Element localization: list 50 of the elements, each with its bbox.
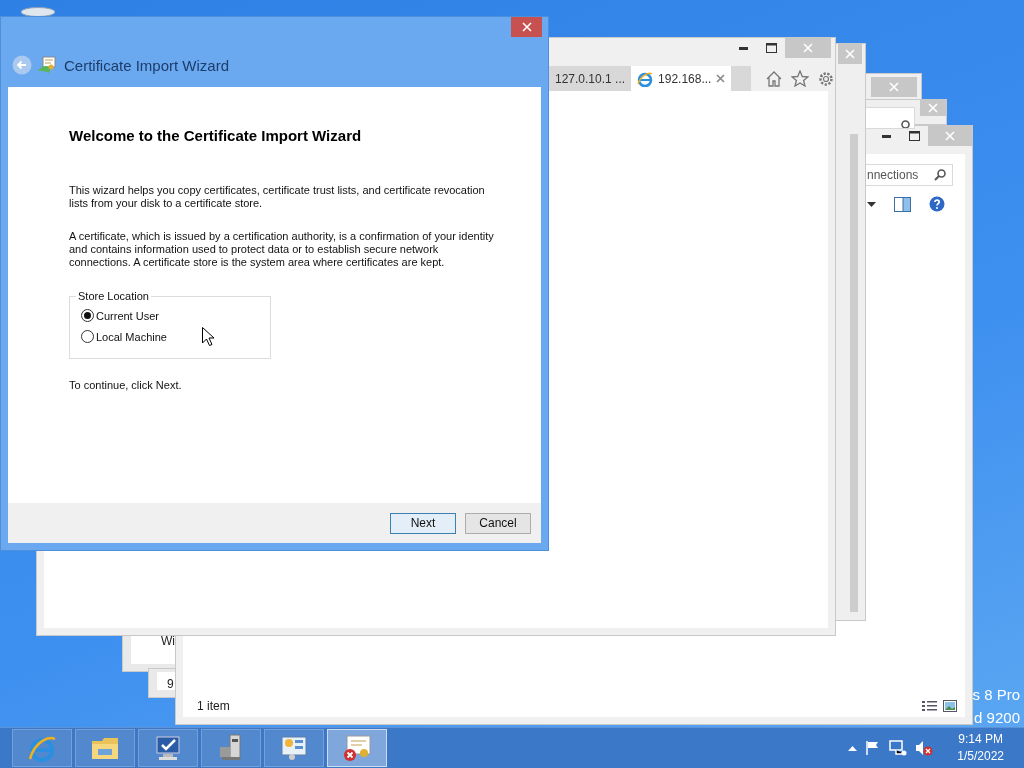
wizard-heading: Welcome to the Certificate Import Wizard bbox=[69, 127, 363, 144]
browser-tab[interactable]: 127.0.10.1 ... bbox=[549, 66, 632, 91]
browser-icon bbox=[637, 70, 654, 87]
edition-text: s 8 Pro bbox=[972, 685, 1020, 705]
search-icon[interactable] bbox=[934, 169, 946, 181]
dialog-button[interactable]: Next bbox=[390, 512, 456, 534]
radio-option[interactable]: Local Machine bbox=[81, 330, 270, 343]
recycle-bin-icon[interactable] bbox=[20, 6, 56, 18]
control-panel-icon bbox=[279, 733, 309, 763]
description-text: This wizard helps you copy certificates, certificate trust lists, and certificate revocation lists from your disk to a certificate store. bbox=[69, 184, 486, 210]
minimize-icon[interactable] bbox=[881, 134, 891, 138]
certificate-icon bbox=[38, 56, 56, 74]
scrollbar[interactable] bbox=[850, 134, 858, 612]
instruction-text: To continue, click Next. bbox=[69, 379, 183, 391]
star-icon[interactable] bbox=[791, 70, 809, 87]
edition-text: d 9200 bbox=[974, 708, 1020, 727]
radio-button[interactable] bbox=[81, 330, 94, 343]
status-text: 1 item bbox=[197, 699, 230, 713]
cursor-icon bbox=[202, 327, 214, 346]
home-icon[interactable] bbox=[765, 70, 783, 87]
dialog-title: Certificate Import Wizard bbox=[64, 56, 230, 74]
taskbar-button[interactable] bbox=[264, 729, 324, 767]
maximize-icon[interactable] bbox=[908, 131, 920, 141]
clock[interactable]: 9:14 PM 1/5/2022 bbox=[957, 731, 1004, 765]
taskbar-button[interactable] bbox=[327, 729, 387, 767]
radio-option[interactable]: Current User bbox=[81, 309, 270, 322]
volume-muted-icon[interactable] bbox=[915, 740, 934, 756]
close-tab-icon[interactable] bbox=[716, 74, 726, 83]
search-icon[interactable] bbox=[899, 120, 910, 128]
taskbar-button[interactable] bbox=[75, 729, 135, 767]
certificate-error-icon bbox=[342, 733, 372, 763]
dropdown-caret-icon[interactable] bbox=[867, 201, 876, 207]
maximize-icon[interactable] bbox=[765, 43, 777, 53]
caret-up-icon[interactable] bbox=[848, 745, 858, 751]
group-label: Store Location bbox=[76, 290, 151, 302]
details-view-icon[interactable] bbox=[922, 700, 937, 712]
help-icon[interactable] bbox=[929, 196, 945, 212]
network-icon[interactable] bbox=[889, 740, 908, 756]
taskbar-button[interactable] bbox=[201, 729, 261, 767]
preview-pane-icon[interactable] bbox=[894, 196, 911, 212]
taskbar-button[interactable] bbox=[138, 729, 198, 767]
computer-icon bbox=[153, 733, 183, 763]
radio-button[interactable] bbox=[81, 309, 94, 322]
close-icon[interactable] bbox=[521, 22, 532, 32]
settings-icon[interactable] bbox=[817, 69, 835, 88]
description-text: A certificate, which is issued by a certification authority, is a confirmation of your identity and contains information used to protect data or to establish secure network connections. A certificate store is the system area where certificates are kept. bbox=[69, 230, 495, 269]
thumbnail-view-icon[interactable] bbox=[943, 700, 957, 712]
dialog-button[interactable]: Cancel bbox=[465, 512, 531, 534]
browser-tab[interactable]: 192.168... bbox=[631, 66, 732, 91]
minimize-icon[interactable] bbox=[738, 46, 748, 50]
